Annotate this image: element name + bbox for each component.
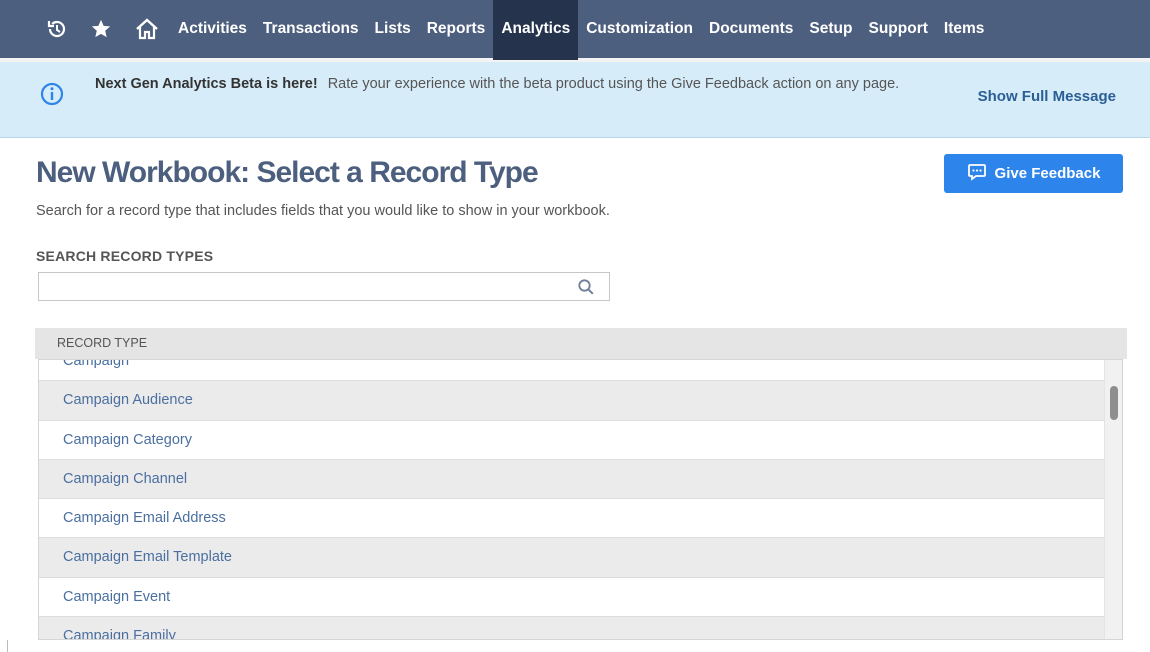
nav-setup[interactable]: Setup [801, 0, 860, 60]
list-item[interactable]: Campaign Family [39, 617, 1105, 639]
give-feedback-label: Give Feedback [994, 165, 1101, 182]
page-description: Search for a record type that includes f… [36, 203, 610, 219]
search-icon[interactable] [577, 278, 595, 296]
list-item[interactable]: Campaign Email Template [39, 538, 1105, 578]
banner-message: Next Gen Analytics Beta is here! Rate yo… [95, 73, 955, 95]
nav-activities[interactable]: Activities [170, 0, 255, 60]
list-item[interactable]: Campaign Event [39, 578, 1105, 618]
record-type-column-header[interactable]: RECORD TYPE [35, 328, 1127, 359]
nav-documents[interactable]: Documents [701, 0, 801, 60]
nav-analytics[interactable]: Analytics [493, 0, 579, 60]
beta-banner: Next Gen Analytics Beta is here! Rate yo… [0, 62, 1150, 138]
top-navigation: Activities Transactions Lists Reports An… [0, 0, 1150, 62]
nav-lists[interactable]: Lists [367, 0, 419, 60]
banner-title: Next Gen Analytics Beta is here! [95, 76, 318, 92]
search-input[interactable] [39, 273, 559, 300]
chat-icon [967, 162, 987, 186]
search-label: SEARCH RECORD TYPES [36, 248, 214, 264]
recent-icon[interactable] [36, 0, 78, 60]
nav-items[interactable]: Items [936, 0, 993, 60]
page-title: New Workbook: Select a Record Type [36, 156, 539, 189]
home-icon[interactable] [124, 0, 170, 60]
show-full-message-link[interactable]: Show Full Message [978, 88, 1116, 105]
nav-support[interactable]: Support [860, 0, 935, 60]
list-item[interactable]: Campaign Email Address [39, 499, 1105, 539]
list-scrollbar[interactable] [1104, 360, 1122, 639]
info-icon [40, 82, 64, 106]
give-feedback-button[interactable]: Give Feedback [944, 154, 1123, 193]
list-item[interactable]: Campaign Channel [39, 459, 1105, 500]
nav-transactions[interactable]: Transactions [255, 0, 367, 60]
search-box [38, 272, 610, 301]
divider [7, 640, 8, 652]
list-item[interactable]: Campaign Category [39, 421, 1105, 460]
record-type-list-inner: Campaign Campaign Audience Campaign Cate… [39, 360, 1105, 639]
list-item[interactable]: Campaign Audience [39, 381, 1105, 421]
record-type-list: Campaign Campaign Audience Campaign Cate… [38, 359, 1123, 640]
scrollbar-thumb[interactable] [1110, 386, 1118, 420]
nav-reports[interactable]: Reports [419, 0, 494, 60]
nav-customization[interactable]: Customization [578, 0, 701, 60]
list-item[interactable]: Campaign [39, 360, 1105, 382]
banner-text: Rate your experience with the beta produ… [327, 76, 900, 92]
star-icon[interactable] [78, 0, 124, 60]
